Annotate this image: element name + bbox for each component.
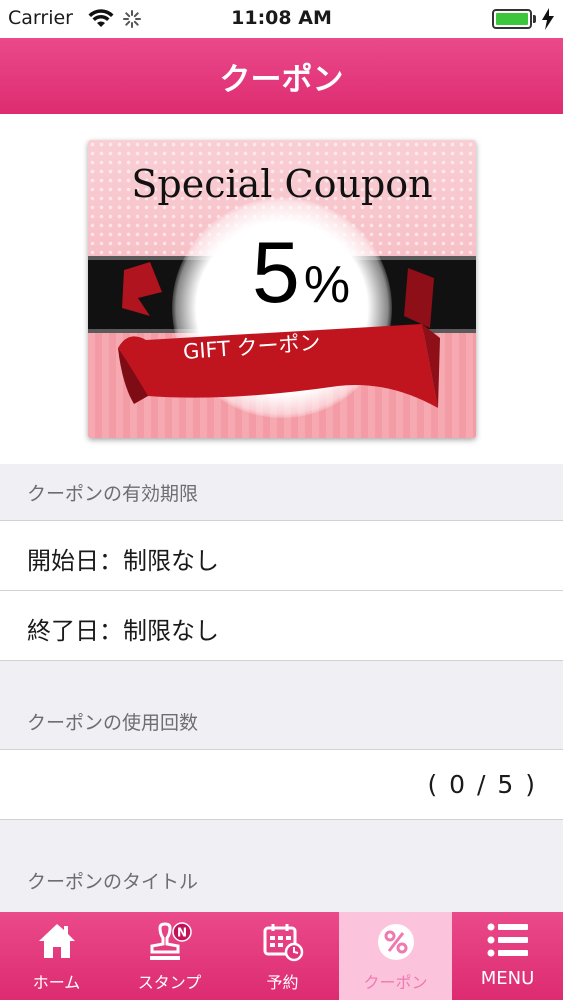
coupon-image: Special Coupon 5% GIFT クーポン (88, 140, 476, 438)
usage-header-label: クーポンの使用回数 (27, 712, 199, 734)
usage-count: ( 0 / 5 ) (427, 770, 537, 799)
tab-reservation-label: 予約 (266, 973, 299, 992)
clock-time: 11:08 AM (231, 7, 332, 29)
charging-bolt-icon (542, 8, 554, 30)
discount-unit: % (303, 256, 351, 314)
usage-count-row: ( 0 / 5 ) (0, 750, 563, 820)
tab-coupon[interactable]: クーポン (339, 912, 452, 1000)
percent-icon (377, 924, 414, 960)
end-date-text: 終了日：制限なし (27, 617, 219, 645)
status-bar: Carrier 11:08 AM (0, 0, 563, 38)
tab-menu-label: MENU (480, 968, 535, 989)
page-title: クーポン (219, 62, 344, 98)
stamp-badge: N (176, 926, 186, 940)
home-icon (38, 924, 75, 958)
end-date-row: 終了日：制限なし (0, 591, 563, 661)
tab-bar: ホーム N スタンプ 予約 クーポン MENU (0, 912, 563, 1000)
start-date-row: 開始日：制限なし (0, 521, 563, 591)
section-header-usage: クーポンの使用回数 (0, 661, 563, 750)
title-header-label: クーポンのタイトル (27, 871, 199, 893)
tab-coupon-label: クーポン (363, 973, 428, 992)
coupon-heading: Special Coupon (131, 162, 433, 206)
battery-icon (492, 9, 532, 29)
validity-header-label: クーポンの有効期限 (27, 483, 199, 505)
menu-list-icon (487, 923, 528, 957)
tab-menu[interactable]: MENU (452, 912, 563, 1000)
tab-reservation[interactable]: 予約 (226, 912, 339, 1000)
tab-stamp[interactable]: N スタンプ (113, 912, 226, 1000)
start-date-text: 開始日：制限なし (27, 547, 219, 575)
section-header-validity: クーポンの有効期限 (0, 464, 563, 521)
navigation-bar: クーポン (0, 38, 563, 114)
stamp-icon: N (149, 922, 192, 960)
tab-home[interactable]: ホーム (0, 912, 113, 1000)
discount-value: 5% (252, 224, 350, 323)
battery-level-fill (496, 13, 528, 25)
section-header-title: クーポンのタイトル (0, 820, 563, 912)
tab-stamp-label: スタンプ (137, 973, 202, 992)
battery-tip (533, 15, 536, 23)
tab-home-label: ホーム (32, 973, 81, 992)
calendar-clock-icon (263, 924, 303, 962)
discount-number: 5 (252, 225, 300, 321)
